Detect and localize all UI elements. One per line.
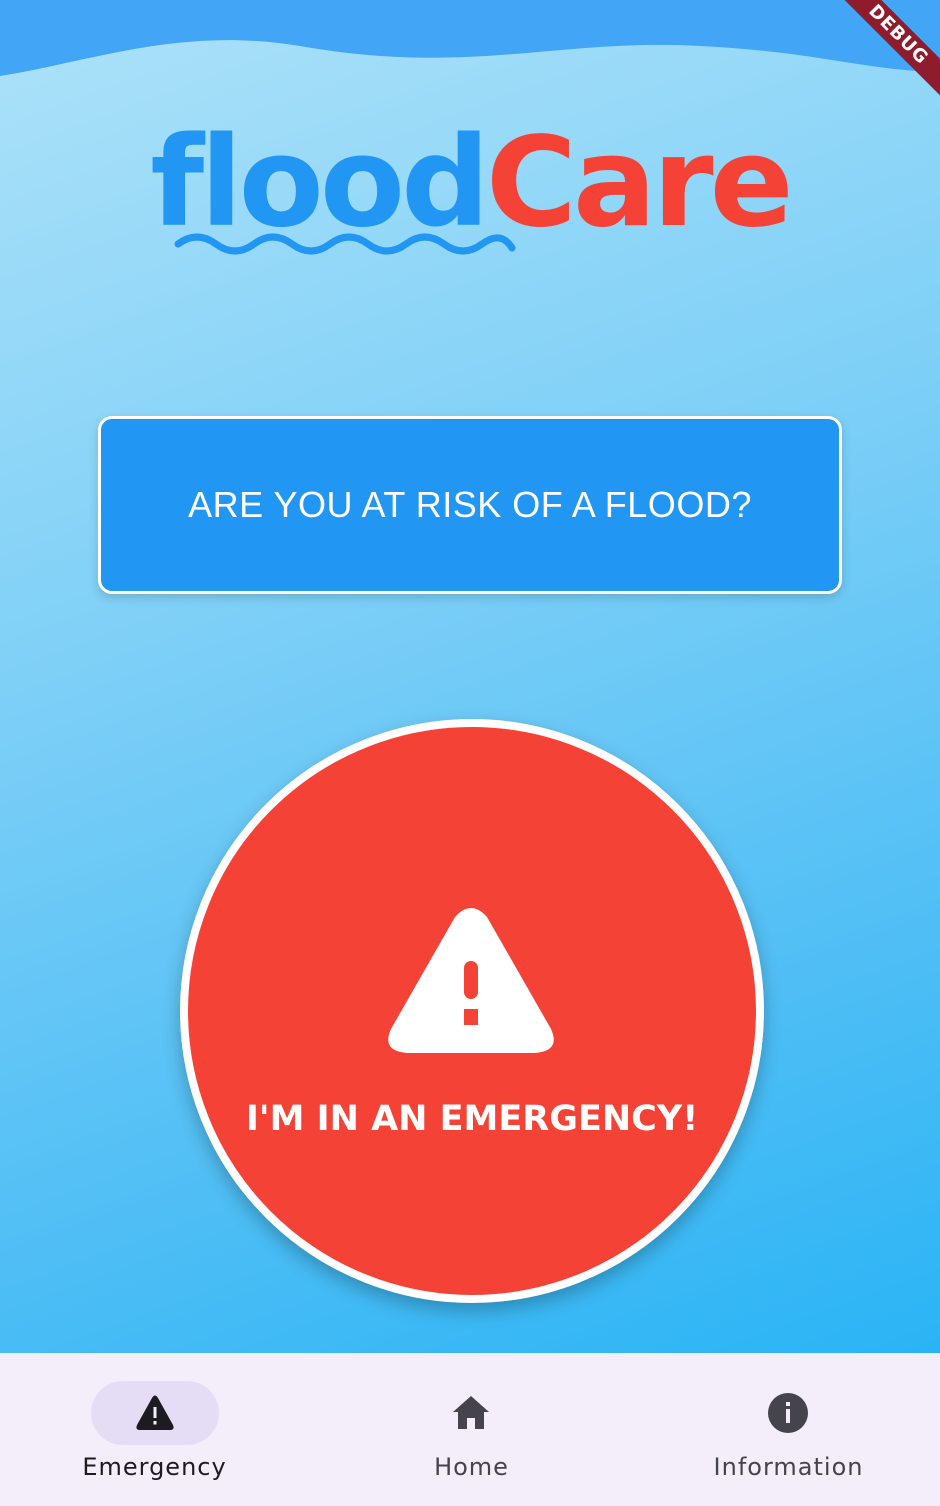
logo-care-text: Care	[485, 111, 794, 255]
nav-label-information: Information	[713, 1453, 864, 1481]
warning-icon	[388, 908, 554, 1053]
nav-item-information[interactable]: Information	[626, 1353, 939, 1506]
warning-icon	[136, 1395, 174, 1430]
nav-item-emergency[interactable]: Emergency	[0, 1353, 313, 1506]
flood-risk-button-label: ARE YOU AT RISK OF A FLOOD?	[188, 484, 752, 525]
nav-label-home: Home	[434, 1453, 509, 1481]
app-screen: floodCare ARE YOU AT RISK OF A FLOOD? I'…	[0, 0, 940, 1506]
emergency-button-label: I'M IN AN EMERGENCY!	[245, 1099, 699, 1139]
info-icon	[768, 1393, 808, 1433]
top-wave-header	[0, 0, 940, 76]
home-icon	[453, 1396, 489, 1429]
bottom-navigation-bar: Emergency Home Information	[0, 1353, 940, 1506]
nav-item-home[interactable]: Home	[313, 1353, 626, 1506]
logo-wave-icon	[174, 233, 516, 255]
nav-label-emergency: Emergency	[82, 1453, 227, 1481]
flood-risk-button[interactable]: ARE YOU AT RISK OF A FLOOD?	[98, 416, 842, 594]
